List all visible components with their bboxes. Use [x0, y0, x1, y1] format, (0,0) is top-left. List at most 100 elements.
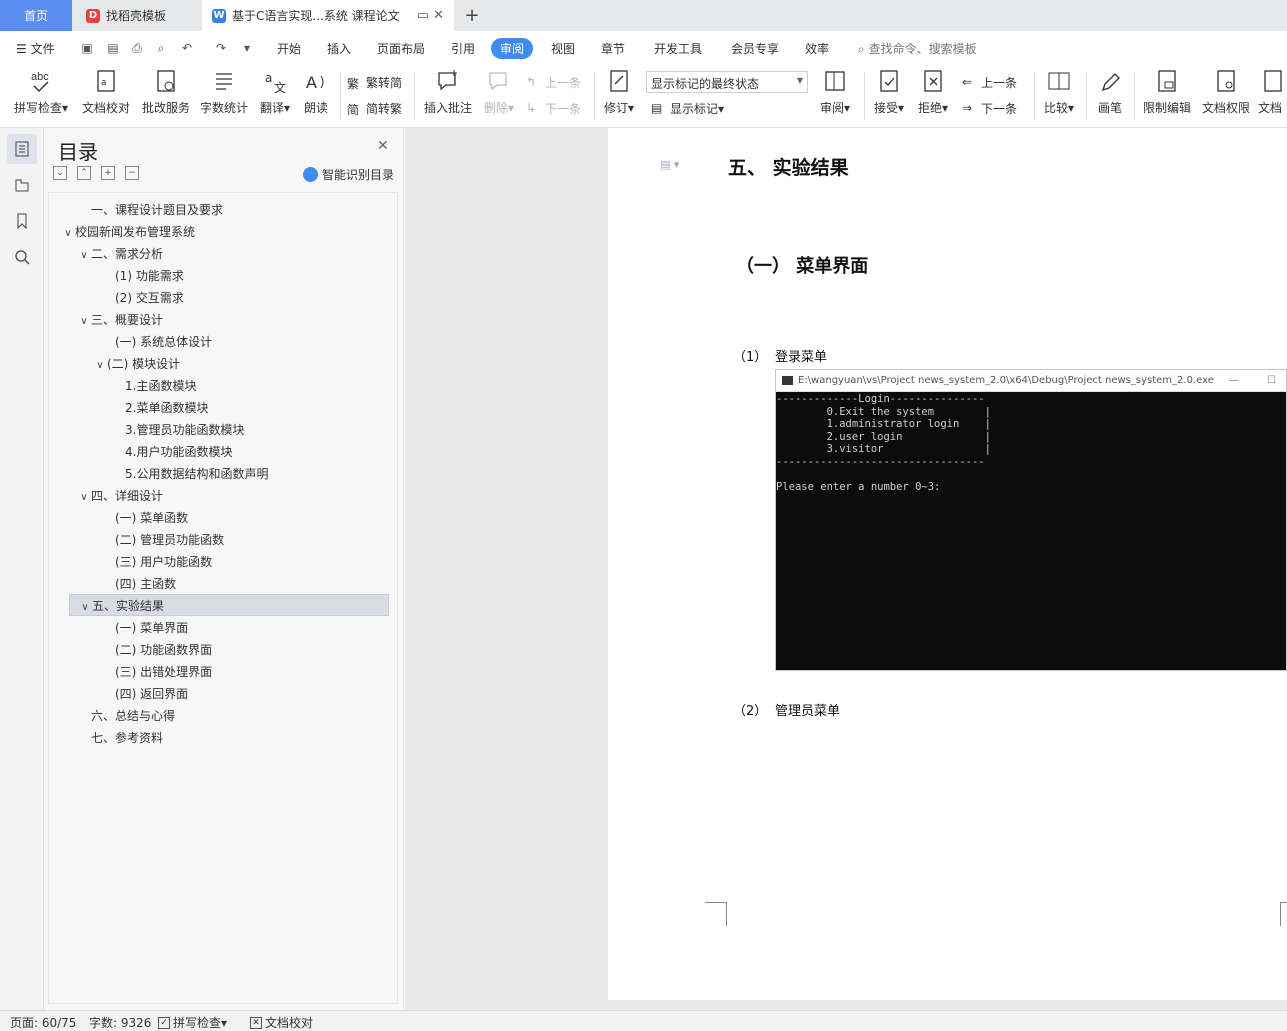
- doc-proof-status-icon: ✕: [250, 1016, 262, 1029]
- tab-daoke-templates[interactable]: D 找稻壳模板: [74, 0, 198, 31]
- file-menu-label: 文件: [30, 42, 55, 56]
- collapse-all-icon[interactable]: ⌃: [77, 166, 91, 180]
- chevron-down-icon[interactable]: ∨: [77, 487, 91, 509]
- toc-item[interactable]: 六、总结与心得: [77, 705, 175, 727]
- chevron-down-icon[interactable]: ∨: [78, 597, 92, 619]
- menu-membership[interactable]: 会员专享: [731, 40, 779, 57]
- spellcheck-button[interactable]: abc 拼写检查▾: [12, 68, 70, 116]
- toc-item[interactable]: ∨ 三、概要设计: [77, 309, 163, 331]
- toc-item[interactable]: ∨ 二、需求分析: [77, 243, 163, 265]
- print-icon[interactable]: ⎙: [130, 41, 144, 55]
- new-tab-button[interactable]: +: [462, 0, 482, 31]
- chevron-down-icon[interactable]: ∨: [61, 223, 75, 245]
- tab-close-icon[interactable]: ▭ ✕: [417, 8, 444, 23]
- insert-comment-button[interactable]: 插入批注: [422, 68, 474, 116]
- undo-icon[interactable]: ↶: [180, 41, 194, 55]
- toc-item[interactable]: ∨ 四、详细设计: [77, 485, 163, 507]
- toc-item[interactable]: 4.用户功能函数模块: [111, 441, 232, 463]
- pen-button[interactable]: 画笔: [1092, 68, 1128, 116]
- toc-item[interactable]: (1) 功能需求: [101, 265, 184, 287]
- page-indicator[interactable]: 页面: 60/75: [10, 1014, 76, 1031]
- customize-chevron-icon[interactable]: ▾: [240, 41, 254, 55]
- remove-heading-icon[interactable]: −: [125, 166, 139, 180]
- restrict-edit-button[interactable]: 限制编辑: [1140, 68, 1194, 116]
- toc-item[interactable]: (三) 用户功能函数: [101, 551, 212, 573]
- chevron-down-icon[interactable]: ∨: [77, 311, 91, 333]
- word-count-indicator[interactable]: 字数: 9326: [89, 1014, 151, 1031]
- markup-state-select[interactable]: 显示标记的最终状态 ▼: [646, 71, 808, 93]
- menu-page-layout[interactable]: 页面布局: [377, 40, 425, 57]
- chevron-down-icon[interactable]: ∨: [77, 245, 91, 267]
- prev-change-button[interactable]: ⇐ 上一条: [962, 74, 1017, 91]
- tab-document[interactable]: W 基于C语言实现...系统 课程论文 ▭ ✕: [202, 0, 454, 31]
- expand-all-icon[interactable]: ⌄: [53, 166, 67, 180]
- translate-button[interactable]: a文 翻译▾: [256, 68, 294, 116]
- menu-efficiency[interactable]: 效率: [805, 40, 829, 57]
- doc-proof-button[interactable]: a 文档校对: [80, 68, 132, 116]
- toc-item[interactable]: (2) 交互需求: [101, 287, 184, 309]
- toc-item[interactable]: 2.菜单函数模块: [111, 397, 208, 419]
- track-changes-button[interactable]: 修订▾: [600, 68, 638, 116]
- close-icon[interactable]: ✕: [377, 138, 389, 154]
- file-menu[interactable]: ☰ 文件: [16, 40, 55, 57]
- review-service-button[interactable]: 批改服务: [140, 68, 192, 116]
- toc-item[interactable]: ∨ 校园新闻发布管理系统: [61, 221, 195, 243]
- menu-view[interactable]: 视图: [551, 40, 575, 57]
- chevron-down-icon[interactable]: ∨: [93, 355, 107, 377]
- show-markup-button[interactable]: ▤ 显示标记 ▾: [651, 100, 724, 117]
- review-pane-button[interactable]: 审阅▾: [816, 68, 854, 116]
- menu-chapter[interactable]: 章节: [601, 40, 625, 57]
- menu-start[interactable]: 开始: [277, 40, 301, 57]
- trad-to-simp-button[interactable]: 繁繁转简: [347, 74, 402, 91]
- toc-rail-button[interactable]: [7, 134, 37, 164]
- accept-button[interactable]: 接受▾: [870, 68, 908, 116]
- smart-toc-button[interactable]: 智能识别目录: [303, 166, 394, 183]
- chapter-nav-rail-button[interactable]: [7, 170, 37, 200]
- toc-item[interactable]: (一) 菜单函数: [101, 507, 188, 529]
- bookmark-rail-button[interactable]: [7, 206, 37, 236]
- toc-item[interactable]: (一) 菜单界面: [101, 617, 188, 639]
- doc-more-button[interactable]: 文档: [1258, 68, 1287, 116]
- next-change-button[interactable]: ⇒ 下一条: [962, 100, 1017, 117]
- toc-item[interactable]: (二) 功能函数界面: [101, 639, 212, 661]
- paragraph-menu-icon[interactable]: ▤ ▾: [660, 158, 679, 171]
- simp-to-trad-button[interactable]: 简简转繁: [347, 100, 402, 117]
- command-search[interactable]: ⌕ 查找命令、搜索模板: [858, 40, 977, 57]
- toc-item[interactable]: (二) 管理员功能函数: [101, 529, 224, 551]
- toc-item[interactable]: 七、参考资料: [77, 727, 163, 749]
- menu-review[interactable]: 审阅: [491, 38, 534, 59]
- toc-item[interactable]: (一) 系统总体设计: [101, 331, 212, 353]
- toc-item[interactable]: 一、课程设计题目及要求: [77, 199, 223, 221]
- toc-item[interactable]: 5.公用数据结构和函数声明: [111, 463, 268, 485]
- reject-button[interactable]: 拒绝▾: [914, 68, 952, 116]
- toc-item[interactable]: (四) 主函数: [101, 573, 176, 595]
- toc-item[interactable]: (三) 出错处理界面: [101, 661, 212, 683]
- toc-item[interactable]: (四) 返回界面: [101, 683, 188, 705]
- menu-developer[interactable]: 开发工具: [654, 40, 702, 57]
- status-spellcheck[interactable]: ✓ 拼写检查 ▾: [158, 1014, 227, 1031]
- toc-item-selected[interactable]: ∨ 五、实验结果: [69, 594, 389, 616]
- doc-rights-button[interactable]: 文档权限: [1200, 68, 1252, 116]
- compare-button[interactable]: 比较▾: [1040, 68, 1078, 116]
- print-preview-icon[interactable]: ⌕: [154, 41, 168, 55]
- menu-insert[interactable]: 插入: [327, 40, 351, 57]
- toc-item[interactable]: 3.管理员功能函数模块: [111, 419, 244, 441]
- find-rail-button[interactable]: [7, 242, 37, 272]
- status-doc-proof[interactable]: ✕ 文档校对: [250, 1014, 313, 1031]
- tab-home[interactable]: 首页: [0, 0, 72, 31]
- read-aloud-button[interactable]: A 朗读: [300, 68, 332, 116]
- save-icon[interactable]: ▣: [80, 41, 94, 55]
- next-comment-button[interactable]: ↳ 下一条: [526, 100, 581, 117]
- toc-item[interactable]: ∨ (二) 模块设计: [93, 353, 180, 375]
- lock-doc-icon: [1158, 70, 1176, 92]
- delete-comment-button[interactable]: 删除▾: [480, 68, 518, 116]
- toc-item[interactable]: 1.主函数模块: [111, 375, 196, 397]
- export-pdf-icon[interactable]: ▤: [106, 41, 120, 55]
- console-screenshot[interactable]: E:\wangyuan\vs\Project news_system_2.0\x…: [775, 369, 1287, 671]
- prev-comment-button[interactable]: ↰ 上一条: [526, 74, 581, 91]
- redo-icon[interactable]: ↷: [214, 41, 228, 55]
- word-count-button[interactable]: 字数统计: [198, 68, 250, 116]
- add-heading-icon[interactable]: +: [101, 166, 115, 180]
- smart-toc-label: 智能识别目录: [322, 168, 395, 182]
- menu-references[interactable]: 引用: [451, 40, 475, 57]
